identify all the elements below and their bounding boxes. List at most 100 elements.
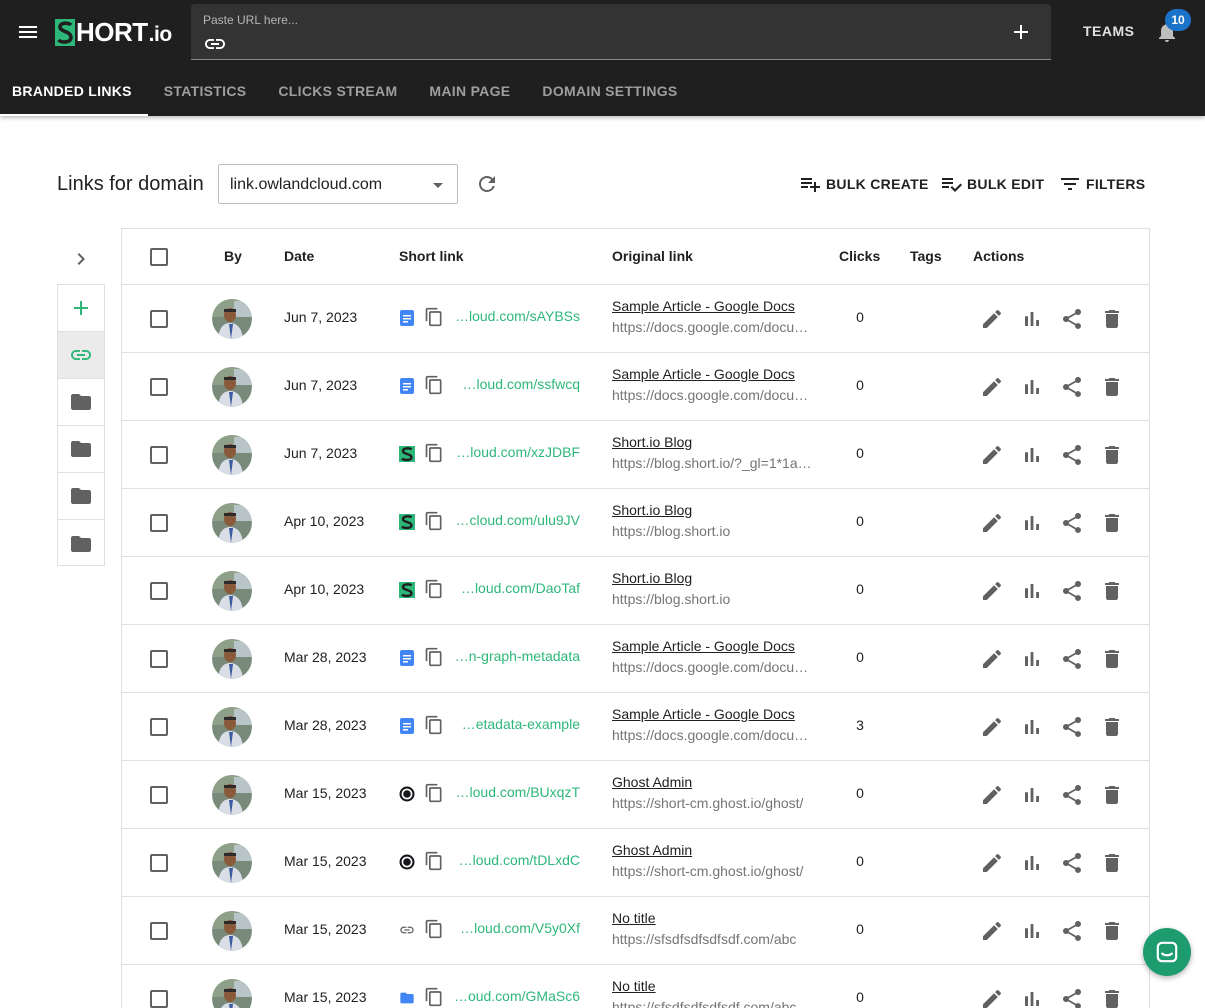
original-link-title[interactable]: Short.io Blog xyxy=(612,570,692,586)
row-checkbox[interactable] xyxy=(150,718,168,736)
copy-icon[interactable] xyxy=(424,783,444,803)
copy-icon[interactable] xyxy=(424,511,444,531)
short-io-logo[interactable]: HORT .io xyxy=(55,17,172,47)
original-link-title[interactable]: Sample Article - Google Docs xyxy=(612,638,795,654)
bar-chart-icon[interactable] xyxy=(1020,511,1044,535)
share-icon[interactable] xyxy=(1060,307,1084,331)
sidebar-item-folder[interactable] xyxy=(58,520,104,567)
original-link-title[interactable]: Ghost Admin xyxy=(612,774,692,790)
domain-select[interactable]: link.owlandcloud.com xyxy=(218,164,458,204)
sidebar-item-add[interactable] xyxy=(58,285,104,332)
share-icon[interactable] xyxy=(1060,987,1084,1008)
copy-icon[interactable] xyxy=(424,715,444,735)
bulk-edit-button[interactable]: BULK EDIT xyxy=(939,172,1044,196)
short-link[interactable]: …loud.com/sAYBSs xyxy=(444,308,580,324)
teams-button[interactable]: TEAMS xyxy=(1083,23,1135,39)
refresh-icon[interactable] xyxy=(475,172,499,196)
copy-icon[interactable] xyxy=(424,919,444,939)
short-link[interactable]: …loud.com/ssfwcq xyxy=(444,376,580,392)
row-checkbox[interactable] xyxy=(150,990,168,1008)
copy-icon[interactable] xyxy=(424,307,444,327)
original-link-title[interactable]: No title xyxy=(612,910,656,926)
edit-icon[interactable] xyxy=(980,375,1004,399)
bar-chart-icon[interactable] xyxy=(1020,579,1044,603)
delete-icon[interactable] xyxy=(1100,851,1124,875)
original-link-title[interactable]: Ghost Admin xyxy=(612,842,692,858)
original-link-title[interactable]: Sample Article - Google Docs xyxy=(612,298,795,314)
row-checkbox[interactable] xyxy=(150,786,168,804)
delete-icon[interactable] xyxy=(1100,307,1124,331)
tab-statistics[interactable]: STATISTICS xyxy=(148,67,263,116)
row-checkbox[interactable] xyxy=(150,514,168,532)
bar-chart-icon[interactable] xyxy=(1020,919,1044,943)
row-checkbox[interactable] xyxy=(150,378,168,396)
bar-chart-icon[interactable] xyxy=(1020,647,1044,671)
delete-icon[interactable] xyxy=(1100,375,1124,399)
chevron-right-icon[interactable] xyxy=(69,247,93,271)
share-icon[interactable] xyxy=(1060,647,1084,671)
copy-icon[interactable] xyxy=(424,851,444,871)
row-checkbox[interactable] xyxy=(150,854,168,872)
tab-main-page[interactable]: MAIN PAGE xyxy=(413,67,526,116)
share-icon[interactable] xyxy=(1060,851,1084,875)
share-icon[interactable] xyxy=(1060,919,1084,943)
share-icon[interactable] xyxy=(1060,511,1084,535)
sidebar-item-folder[interactable] xyxy=(58,473,104,520)
tab-clicks-stream[interactable]: CLICKS STREAM xyxy=(262,67,413,116)
original-link-title[interactable]: Sample Article - Google Docs xyxy=(612,706,795,722)
bulk-create-button[interactable]: BULK CREATE xyxy=(798,172,929,196)
short-link[interactable]: …loud.com/tDLxdC xyxy=(444,852,580,868)
edit-icon[interactable] xyxy=(980,307,1004,331)
sidebar-item-all-links[interactable] xyxy=(58,332,104,379)
delete-icon[interactable] xyxy=(1100,647,1124,671)
row-checkbox[interactable] xyxy=(150,582,168,600)
delete-icon[interactable] xyxy=(1100,511,1124,535)
delete-icon[interactable] xyxy=(1100,783,1124,807)
edit-icon[interactable] xyxy=(980,783,1004,807)
short-link[interactable]: …loud.com/V5y0Xf xyxy=(444,920,580,936)
share-icon[interactable] xyxy=(1060,443,1084,467)
edit-icon[interactable] xyxy=(980,851,1004,875)
delete-icon[interactable] xyxy=(1100,579,1124,603)
short-link[interactable]: …n-graph-metadata xyxy=(444,648,580,664)
original-link-title[interactable]: Sample Article - Google Docs xyxy=(612,366,795,382)
url-input[interactable]: Paste URL here... xyxy=(191,4,1051,60)
short-link[interactable]: …loud.com/xzJDBF xyxy=(444,444,580,460)
edit-icon[interactable] xyxy=(980,919,1004,943)
short-link[interactable]: …oud.com/GMaSc6 xyxy=(444,988,580,1004)
share-icon[interactable] xyxy=(1060,783,1084,807)
bar-chart-icon[interactable] xyxy=(1020,987,1044,1008)
row-checkbox[interactable] xyxy=(150,922,168,940)
short-link[interactable]: …cloud.com/ulu9JV xyxy=(444,512,580,528)
delete-icon[interactable] xyxy=(1100,443,1124,467)
copy-icon[interactable] xyxy=(424,443,444,463)
filters-button[interactable]: FILTERS xyxy=(1058,172,1145,196)
copy-icon[interactable] xyxy=(424,579,444,599)
original-link-title[interactable]: Short.io Blog xyxy=(612,502,692,518)
original-link-title[interactable]: Short.io Blog xyxy=(612,434,692,450)
delete-icon[interactable] xyxy=(1100,987,1124,1008)
sidebar-item-folder[interactable] xyxy=(58,379,104,426)
bar-chart-icon[interactable] xyxy=(1020,307,1044,331)
select-all-checkbox[interactable] xyxy=(150,248,168,266)
bar-chart-icon[interactable] xyxy=(1020,783,1044,807)
tab-branded-links[interactable]: BRANDED LINKS xyxy=(0,67,148,116)
bar-chart-icon[interactable] xyxy=(1020,443,1044,467)
bar-chart-icon[interactable] xyxy=(1020,715,1044,739)
copy-icon[interactable] xyxy=(424,987,444,1007)
edit-icon[interactable] xyxy=(980,647,1004,671)
delete-icon[interactable] xyxy=(1100,919,1124,943)
copy-icon[interactable] xyxy=(424,647,444,667)
edit-icon[interactable] xyxy=(980,579,1004,603)
short-link[interactable]: …loud.com/DaoTaf xyxy=(444,580,580,596)
add-link-button[interactable] xyxy=(1009,20,1033,44)
delete-icon[interactable] xyxy=(1100,715,1124,739)
column-date[interactable]: Date xyxy=(284,248,314,264)
sidebar-item-folder[interactable] xyxy=(58,426,104,473)
row-checkbox[interactable] xyxy=(150,446,168,464)
tab-domain-settings[interactable]: DOMAIN SETTINGS xyxy=(526,67,693,116)
original-link-title[interactable]: No title xyxy=(612,978,656,994)
edit-icon[interactable] xyxy=(980,987,1004,1008)
share-icon[interactable] xyxy=(1060,579,1084,603)
row-checkbox[interactable] xyxy=(150,310,168,328)
